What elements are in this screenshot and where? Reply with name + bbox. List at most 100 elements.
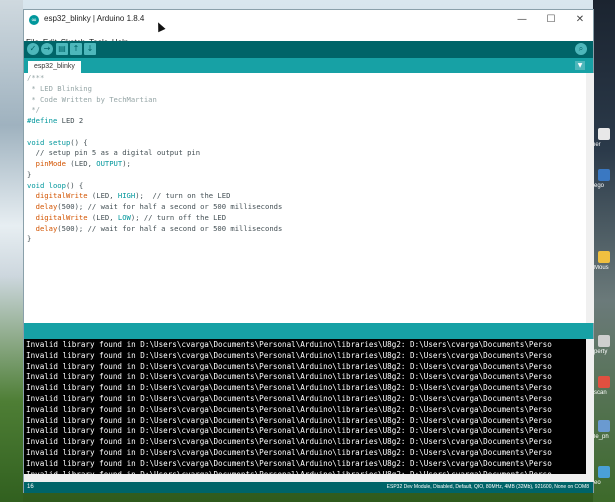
code-token: void (27, 137, 45, 147)
desktop-shortcut-label: ego (594, 183, 605, 189)
arrow-up-icon: ↑ (72, 44, 80, 53)
board-info: ESP32 Dev Module, Disabled, Default, QIO… (386, 484, 589, 490)
tab-esp32-blinky[interactable]: esp32_blinky (28, 61, 81, 73)
code-token: () { (65, 180, 84, 190)
code-token: () { (70, 137, 88, 147)
menu-bar: FileEditSketchToolsHelp (24, 30, 593, 47)
code-editor[interactable]: /*** * LED Blinking * Code Written by Te… (24, 73, 586, 323)
console-line: Invalid library found in D:\Users\cvarga… (26, 361, 552, 371)
code-line: } (24, 170, 586, 181)
close-button[interactable]: ✕ (566, 10, 594, 30)
code-token: (LED, (65, 159, 97, 168)
code-line: void setup() { (24, 138, 586, 149)
console-horizontal-scrollbar[interactable] (24, 474, 594, 482)
console-line: Invalid library found in D:\Users\cvarga… (26, 372, 552, 382)
console-line: Invalid library found in D:\Users\cvarga… (26, 415, 552, 425)
code-line: digitalWrite (LED, HIGH); // turn on the… (24, 191, 586, 202)
desktop-shortcut-icon[interactable] (598, 376, 610, 388)
code-line: void loop() { (24, 181, 586, 192)
editor-scrollbar[interactable] (586, 73, 594, 323)
code-token: LED 2 (57, 116, 84, 125)
tab-menu-button[interactable]: ▼ (575, 61, 585, 70)
console-line: Invalid library found in D:\Users\cvarga… (26, 458, 552, 468)
toolbar: ✓ → ▤ ↑ ↓ ⌕ (24, 41, 593, 58)
minimize-button[interactable]: — (508, 10, 536, 30)
code-token: } (27, 169, 32, 179)
serial-monitor-button[interactable]: ⌕ (575, 43, 587, 55)
console-line: Invalid library found in D:\Users\cvarga… (26, 437, 552, 447)
code-line: delay(500); // wait for half a second or… (24, 202, 586, 213)
code-token: digitalWrite (35, 191, 88, 201)
console-vertical-scrollbar[interactable] (586, 339, 594, 474)
code-token: * Code Written by TechMartian (27, 94, 157, 104)
code-token: delay (35, 223, 58, 233)
code-line: digitalWrite (LED, LOW); // turn off the… (24, 213, 586, 224)
desktop-shortcut-icon[interactable] (598, 420, 610, 432)
magnifier-icon: ⌕ (578, 44, 584, 53)
new-sketch-button[interactable]: ▤ (56, 43, 68, 55)
desktop-shortcut-icon[interactable] (598, 466, 610, 478)
console-line: Invalid library found in D:\Users\cvarga… (26, 383, 552, 393)
code-token: */ (27, 105, 40, 115)
code-token: setup (48, 137, 71, 147)
code-token: // setup pin 5 as a digital output pin (27, 148, 201, 158)
code-token: ); (122, 159, 131, 168)
desktop-shortcut-label: le_ph (594, 434, 609, 440)
verify-button[interactable]: ✓ (27, 43, 39, 55)
code-line: // setup pin 5 as a digital output pin (24, 148, 586, 159)
save-sketch-button[interactable]: ↓ (84, 43, 96, 55)
console-line: Invalid library found in D:\Users\cvarga… (26, 426, 552, 436)
code-token: OUTPUT (96, 159, 123, 168)
code-token: /*** (27, 73, 45, 82)
code-token: (LED, (87, 212, 118, 222)
desktop-shortcut-icon[interactable] (598, 169, 610, 181)
code-token: #define (27, 116, 58, 125)
console-line: Invalid library found in D:\Users\cvarga… (26, 350, 552, 360)
desktop-shortcut-icon[interactable] (598, 251, 610, 263)
open-sketch-button[interactable]: ↑ (70, 43, 82, 55)
arduino-ide-window: ∞ esp32_blinky | Arduino 1.8.4 — ☐ ✕ Fil… (23, 9, 594, 493)
desktop-shortcut-label: Mous (594, 265, 609, 271)
code-line: pinMode (LED, OUTPUT); (24, 159, 586, 170)
desktop-shortcut-icon[interactable] (598, 335, 610, 347)
code-line: * LED Blinking (24, 84, 586, 95)
maximize-button[interactable]: ☐ (537, 10, 565, 30)
desktop-shortcut-label: eo (594, 480, 601, 486)
desktop-background-left (0, 0, 23, 502)
footer-bar: 16 ESP32 Dev Module, Disabled, Default, … (24, 482, 593, 493)
arrow-right-icon: → (43, 44, 51, 53)
code-token: } (27, 234, 32, 244)
status-bar (24, 323, 593, 339)
console-line: Invalid library found in D:\Users\cvarga… (26, 404, 552, 414)
console-output[interactable]: Invalid library found in D:\Users\cvarga… (24, 339, 586, 482)
console-line: Invalid library found in D:\Users\cvarga… (26, 447, 552, 457)
title-bar: ∞ esp32_blinky | Arduino 1.8.4 — ☐ ✕ (24, 10, 593, 30)
code-token: (500); // wait for half a second or 500 … (57, 202, 283, 211)
code-token: digitalWrite (35, 212, 88, 222)
code-token: void (27, 180, 45, 190)
console-line: Invalid library found in D:\Users\cvarga… (26, 393, 552, 403)
code-line: delay(500); // wait for half a second or… (24, 224, 586, 235)
window-title: esp32_blinky | Arduino 1.8.4 (44, 14, 145, 23)
new-file-icon: ▤ (58, 44, 66, 53)
code-token: LOW (117, 212, 131, 222)
code-token: loop (48, 180, 66, 190)
code-line: #define LED 2 (24, 116, 586, 127)
arduino-logo-icon: ∞ (29, 15, 39, 25)
desktop-shortcut-label: perty (594, 349, 608, 355)
desktop-shortcut-label: scan (594, 390, 607, 396)
code-line: */ (24, 105, 586, 116)
checkmark-icon: ✓ (29, 44, 37, 53)
upload-button[interactable]: → (41, 43, 53, 55)
code-token: (LED, (87, 191, 118, 201)
code-token: delay (35, 202, 58, 211)
code-line: * Code Written by TechMartian (24, 95, 586, 106)
code-token: (500); // wait for half a second or 500 … (57, 223, 283, 233)
code-token: ); // turn on the LED (135, 191, 231, 201)
desktop-shortcut-icon[interactable] (598, 128, 610, 140)
